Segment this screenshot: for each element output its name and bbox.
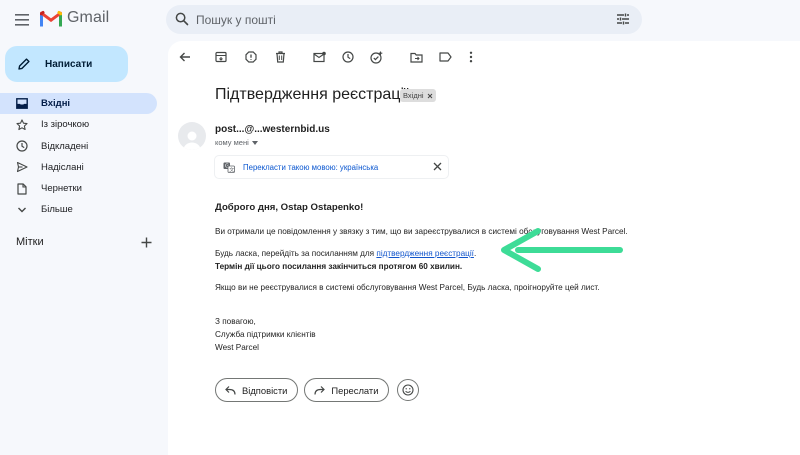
compose-label: Написати — [45, 58, 93, 70]
labels-button[interactable] — [438, 50, 452, 64]
green-arrow-annotation — [501, 228, 623, 272]
svg-text:文: 文 — [229, 166, 234, 173]
forward-button[interactable]: Переслати — [304, 378, 390, 402]
delete-button[interactable] — [273, 50, 287, 64]
emoji-reaction-button[interactable] — [397, 379, 420, 401]
translate-icon: G文 — [223, 162, 235, 173]
move-to-button[interactable] — [409, 50, 423, 64]
pencil-icon — [18, 58, 30, 70]
search-bar[interactable] — [166, 5, 642, 34]
arrow-back-icon — [179, 52, 190, 62]
clock-icon — [342, 51, 354, 63]
trash-icon — [275, 51, 285, 63]
archive-icon — [215, 51, 227, 63]
translate-link[interactable]: Перекласти такою мовою: українська — [243, 163, 378, 172]
forward-label: Переслати — [331, 384, 379, 396]
more-options-button[interactable] — [464, 50, 478, 64]
sidebar-item-label: Більше — [41, 204, 73, 216]
gmail-logo[interactable]: Gmail — [40, 9, 109, 27]
draft-icon — [16, 183, 28, 195]
app-name: Gmail — [67, 9, 110, 26]
close-icon[interactable] — [427, 93, 433, 99]
mark-unread-button[interactable] — [312, 50, 326, 64]
more-vert-icon — [469, 51, 473, 63]
search-options-icon[interactable] — [616, 12, 630, 26]
greeting: Доброго дня, Ostap Ostapenko! — [215, 202, 364, 213]
report-spam-button[interactable] — [244, 50, 258, 64]
archive-button[interactable] — [214, 50, 228, 64]
back-button[interactable] — [178, 50, 192, 64]
compose-button[interactable]: Написати — [5, 46, 128, 82]
message-panel: Підтвердження реєстрації Вхідні post...@… — [168, 41, 800, 455]
sidebar-item-more[interactable]: Більше — [0, 199, 157, 220]
close-icon[interactable] — [433, 162, 442, 171]
labels-title: Мітки — [16, 236, 44, 248]
body-text-suffix: . — [473, 249, 477, 258]
search-icon[interactable] — [175, 12, 189, 26]
folder-chip[interactable]: Вхідні — [400, 89, 436, 102]
recipient-details[interactable]: кому мені — [215, 138, 258, 147]
gmail-m-icon — [40, 10, 62, 26]
message-actions: Відповісти Переслати — [215, 378, 420, 402]
sidebar-item-sent[interactable]: Надіслані — [0, 157, 157, 178]
reply-button[interactable]: Відповісти — [215, 378, 299, 402]
reply-label: Відповісти — [242, 384, 288, 396]
body-paragraph-2: Будь ласка, перейдіть за посиланням для … — [215, 249, 476, 258]
sidebar-item-label: Чернетки — [41, 183, 82, 195]
sidebar-item-drafts[interactable]: Чернетки — [0, 178, 157, 199]
clock-icon — [16, 140, 28, 152]
send-icon — [16, 161, 28, 173]
folder-move-icon — [409, 52, 423, 63]
signature-line-1: З повагою, — [215, 317, 256, 326]
body-text-prefix: Будь ласка, перейдіть за посиланням для — [215, 249, 377, 258]
mail-unread-icon — [312, 51, 326, 63]
top-bar: Gmail — [0, 0, 800, 40]
confirm-registration-link[interactable]: підтвердження реєстрації — [376, 249, 474, 258]
sidebar-item-label: Із зірочкою — [41, 119, 90, 131]
add-label-icon[interactable] — [141, 237, 152, 248]
labels-section-header: Мітки — [16, 236, 152, 248]
star-icon — [16, 119, 28, 131]
inbox-icon — [16, 98, 28, 110]
add-to-tasks-button[interactable] — [369, 50, 383, 64]
sender-address[interactable]: post...@...westernbid.us — [215, 124, 330, 135]
search-input[interactable] — [196, 5, 576, 34]
snooze-button[interactable] — [341, 50, 355, 64]
forward-icon — [314, 385, 326, 395]
sidebar-item-label: Надіслані — [41, 161, 84, 173]
report-spam-icon — [245, 51, 257, 63]
avatar[interactable] — [178, 122, 206, 150]
reply-icon — [225, 385, 236, 395]
label-icon — [438, 52, 452, 62]
person-icon — [183, 131, 201, 150]
add-task-icon — [369, 51, 382, 64]
sidebar-item-label: Вхідні — [41, 98, 71, 109]
sidebar-item-starred[interactable]: Із зірочкою — [0, 114, 157, 135]
caret-down-icon — [251, 140, 258, 145]
signature-line-2: Служба підтримки клієнтів — [215, 330, 316, 339]
translate-bar: G文 Перекласти такою мовою: українська — [215, 156, 448, 178]
sidebar-item-label: Відкладені — [41, 140, 89, 152]
chevron-down-icon — [16, 204, 28, 216]
hamburger-icon — [15, 14, 29, 26]
sidebar-item-snoozed[interactable]: Відкладені — [0, 136, 157, 157]
sidebar-item-inbox[interactable]: Вхідні — [0, 93, 157, 114]
body-paragraph-3: Якщо ви не реєструвалися в системі обслу… — [215, 283, 600, 292]
signature-line-3: West Parcel — [215, 343, 259, 352]
recipient-label: кому мені — [215, 138, 249, 147]
main-menu-button[interactable] — [12, 10, 32, 30]
sidebar-nav: Вхідні Із зірочкою Відкладені Надіслані … — [0, 93, 160, 221]
message-toolbar — [168, 41, 800, 71]
folder-chip-label: Вхідні — [403, 91, 424, 100]
smiley-icon — [402, 384, 415, 396]
message-subject: Підтвердження реєстрації — [215, 86, 409, 103]
link-expiry-notice: Термін дії цього посилання закінчиться п… — [215, 262, 463, 271]
